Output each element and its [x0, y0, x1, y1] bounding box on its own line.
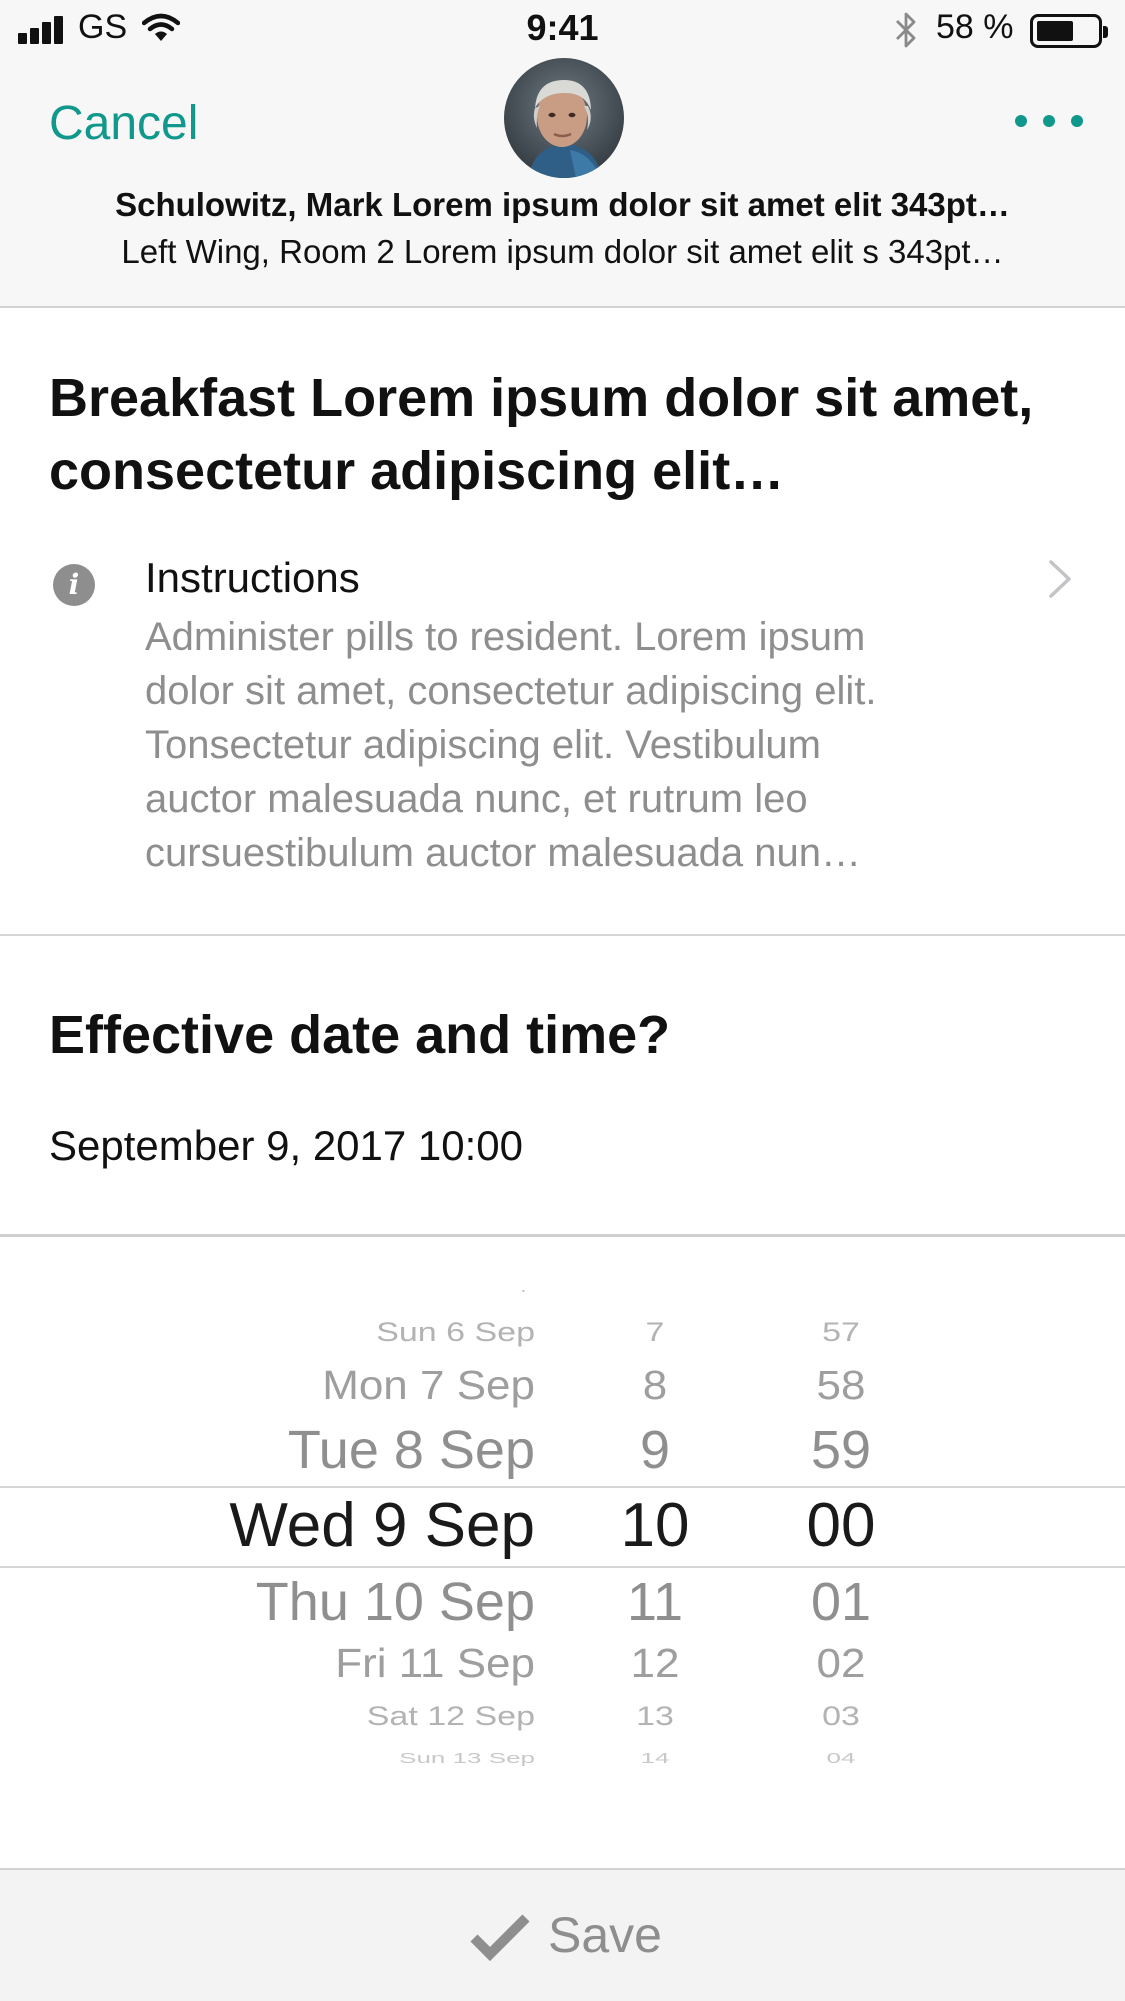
bluetooth-icon — [896, 12, 916, 48]
picker-day[interactable]: Tue 8 Sep — [288, 1423, 535, 1477]
picker-hour-selected[interactable]: 10 — [595, 1495, 715, 1557]
ellipsis-icon — [1015, 115, 1027, 127]
screen: GS 9:41 58 % Cancel Schulowitz, Mark Lor… — [0, 0, 1125, 2001]
picker-minute[interactable]: 57 — [766, 1318, 916, 1345]
picker-day[interactable]: Sat 12 Sep — [367, 1702, 535, 1729]
picker-day[interactable]: Mon 7 Sep — [322, 1365, 535, 1406]
avatar[interactable] — [504, 58, 624, 178]
picker-minute[interactable]: 56 — [766, 1290, 916, 1291]
picker-day[interactable]: Sun 13 Sep — [399, 1751, 535, 1765]
info-icon: i — [53, 564, 95, 606]
picker-selection-line — [0, 1566, 1125, 1568]
save-button[interactable]: Save — [0, 1868, 1125, 2001]
picker-hour[interactable]: 6 — [595, 1290, 715, 1291]
battery-icon — [1030, 14, 1108, 48]
picker-hour[interactable]: 11 — [595, 1575, 715, 1629]
instructions-label[interactable]: Instructions — [145, 554, 360, 602]
picker-hour[interactable]: 8 — [595, 1365, 715, 1406]
picker-day[interactable]: Thu 10 Sep — [256, 1575, 535, 1629]
date-time-picker[interactable]: Sat 5 Sep Sun 6 Sep Mon 7 Sep Tue 8 Sep Wed … — [0, 1290, 1125, 1830]
picker-minute[interactable]: 04 — [766, 1751, 916, 1765]
save-label: Save — [548, 1907, 662, 1963]
effective-date-value: September 9, 2017 10:00 — [49, 1122, 524, 1169]
more-options-button[interactable] — [1015, 108, 1083, 138]
picker-hour[interactable]: 7 — [595, 1318, 715, 1345]
picker-minute-selected[interactable]: 00 — [766, 1495, 916, 1557]
picker-day[interactable]: Sat 5 Sep — [421, 1290, 535, 1291]
picker-day-selected[interactable]: Wed 9 Sep — [229, 1495, 535, 1557]
instructions-text[interactable]: Administer pills to resident. Lorem ipsu… — [145, 610, 1035, 880]
resident-name: Schulowitz, Mark Lorem ipsum dolor sit a… — [115, 186, 1010, 223]
picker-minute[interactable]: 03 — [766, 1702, 916, 1729]
picker-minute[interactable]: 59 — [766, 1423, 916, 1477]
resident-header: Cancel Schulowitz, Mark Lorem ipsum dolo… — [0, 58, 1125, 308]
resident-location: Left Wing, Room 2 Lorem ipsum dolor sit … — [121, 233, 1004, 270]
picker-minute[interactable]: 58 — [766, 1365, 916, 1406]
picker-minute[interactable]: 01 — [766, 1575, 916, 1629]
picker-hour[interactable]: 9 — [595, 1423, 715, 1477]
picker-hour[interactable]: 14 — [595, 1751, 715, 1765]
battery-percent: 58 % — [936, 8, 1014, 46]
checkmark-icon — [470, 1914, 530, 1962]
effective-date-question: Effective date and time? — [49, 1005, 671, 1065]
picker-day[interactable]: Fri 11 Sep — [335, 1643, 535, 1684]
picker-day[interactable]: Sun 6 Sep — [376, 1318, 535, 1345]
battery-level-fill — [1037, 21, 1073, 41]
chevron-right-icon[interactable] — [1045, 556, 1075, 602]
picker-hour[interactable]: 12 — [595, 1643, 715, 1684]
status-bar: GS 9:41 58 % — [0, 0, 1125, 58]
picker-selection-line — [0, 1486, 1125, 1488]
picker-minute[interactable]: 02 — [766, 1643, 916, 1684]
picker-hour[interactable]: 13 — [595, 1702, 715, 1729]
task-title: Breakfast Lorem ipsum dolor sit amet, co… — [49, 368, 1034, 501]
divider — [0, 934, 1125, 936]
cancel-button[interactable]: Cancel — [49, 96, 198, 151]
divider — [0, 1234, 1125, 1237]
